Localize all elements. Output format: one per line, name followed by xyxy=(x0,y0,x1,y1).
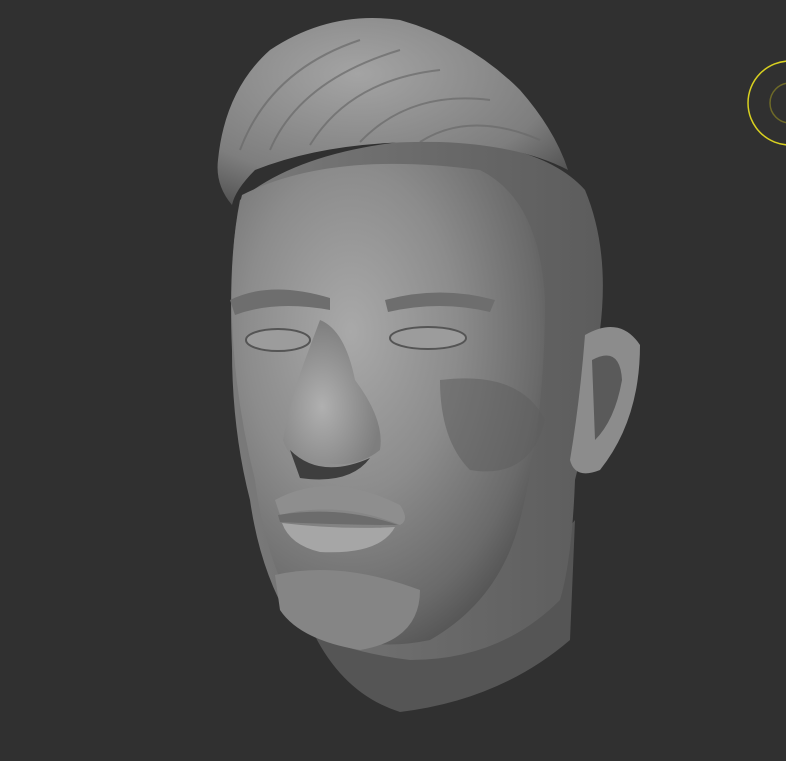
zbrush-viewport[interactable] xyxy=(0,0,786,761)
eye-left xyxy=(389,326,467,350)
brush-cursor-icon xyxy=(747,60,786,146)
head-model[interactable] xyxy=(217,18,640,712)
eye-right xyxy=(245,328,311,352)
canvas[interactable] xyxy=(0,0,786,761)
